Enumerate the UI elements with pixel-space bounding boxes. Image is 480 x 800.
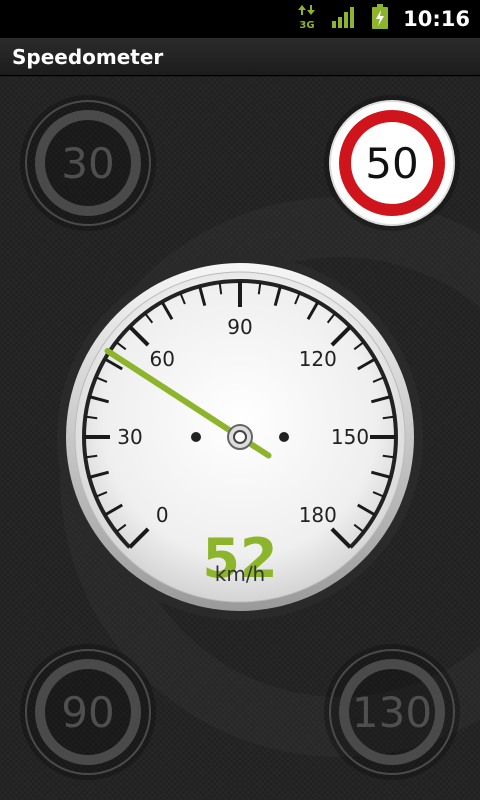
signal-strength-icon xyxy=(331,6,357,32)
limit-value: 30 xyxy=(61,138,115,188)
title-bar: Speedometer xyxy=(0,38,480,76)
svg-text:3G: 3G xyxy=(300,20,315,30)
speed-limit-130-button[interactable]: 130 xyxy=(324,644,460,780)
gauge-left-dot xyxy=(191,432,201,442)
limit-inner: 50 xyxy=(339,110,445,216)
data-activity-icon: 3G xyxy=(297,4,317,34)
speed-limit-30-button[interactable]: 30 xyxy=(20,95,156,231)
gauge-tick-label: 0 xyxy=(156,503,169,527)
limit-value: 50 xyxy=(365,138,419,188)
limit-ring: 90 xyxy=(25,649,151,775)
limit-value: 130 xyxy=(351,687,433,737)
limit-inner: 130 xyxy=(339,659,445,765)
gauge-tick-label: 90 xyxy=(227,315,252,339)
gauge-tick-label: 30 xyxy=(117,425,142,449)
gauge-tick-label: 60 xyxy=(149,347,174,371)
app-title: Speedometer xyxy=(12,44,164,69)
limit-value: 90 xyxy=(61,687,115,737)
limit-inner: 90 xyxy=(35,659,141,765)
gauge-tick-label: 150 xyxy=(331,425,369,449)
limit-ring: 130 xyxy=(329,649,455,775)
gauge-hub-center xyxy=(233,430,247,444)
speed-unit: km/h xyxy=(214,562,266,586)
status-bar: 3G 10:16 xyxy=(0,0,480,38)
gauge-right-dot xyxy=(279,432,289,442)
limit-inner: 30 xyxy=(35,110,141,216)
limit-ring: 50 xyxy=(329,100,455,226)
gauge-tick-label: 120 xyxy=(299,347,337,371)
clock: 10:16 xyxy=(403,7,470,31)
gauge-tick-label: 180 xyxy=(299,503,337,527)
speed-limit-50-button[interactable]: 50 xyxy=(324,95,460,231)
speed-limit-90-button[interactable]: 90 xyxy=(20,644,156,780)
limit-ring: 30 xyxy=(25,100,151,226)
battery-charging-icon xyxy=(371,4,389,34)
